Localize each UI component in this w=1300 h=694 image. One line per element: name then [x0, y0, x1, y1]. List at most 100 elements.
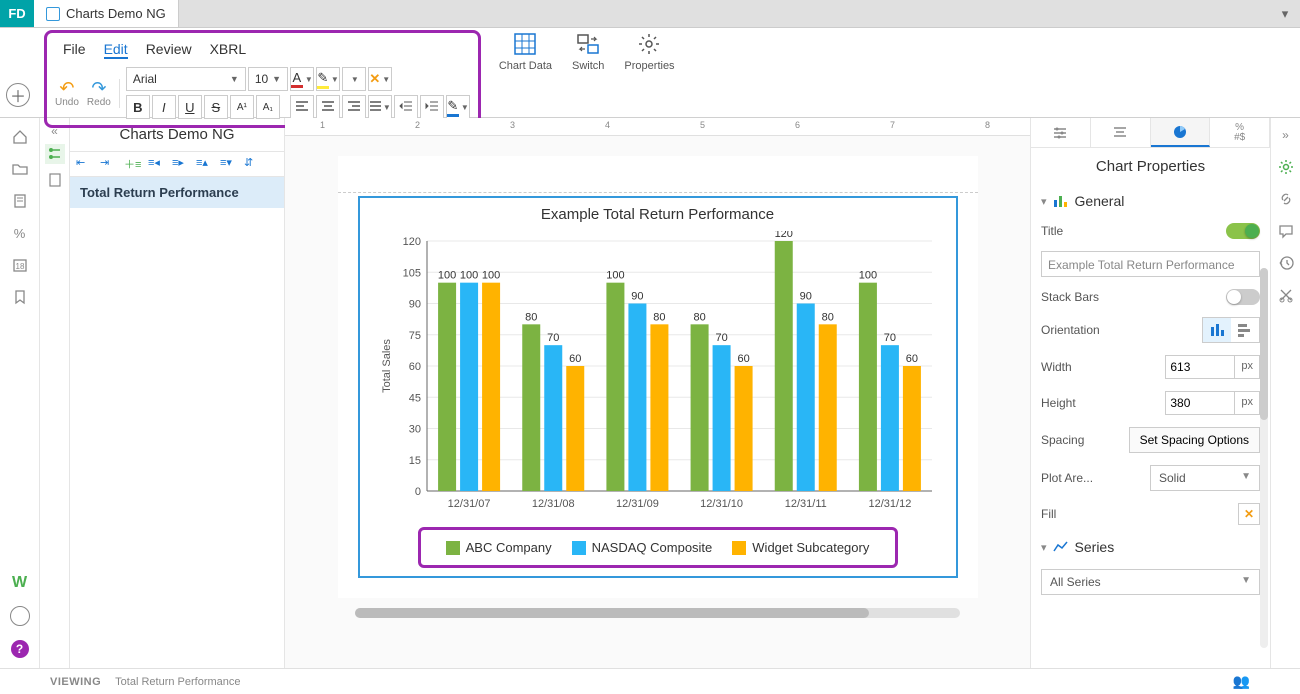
bold-button[interactable]: B — [126, 95, 150, 119]
settings-icon[interactable] — [1277, 158, 1295, 176]
width-input[interactable] — [1165, 355, 1235, 379]
svg-text:12/31/10: 12/31/10 — [700, 498, 743, 510]
outline-down-icon[interactable]: ≡▾ — [220, 156, 238, 172]
percent-icon[interactable]: % — [11, 224, 29, 242]
series-select[interactable]: All Series▼ — [1041, 569, 1260, 595]
svg-text:80: 80 — [693, 311, 705, 323]
document-tab[interactable]: Charts Demo NG — [34, 0, 179, 27]
svg-text:100: 100 — [437, 270, 455, 282]
chart-title: Example Total Return Performance — [372, 206, 944, 223]
font-size-select[interactable]: 10▼ — [248, 67, 288, 91]
workiva-logo[interactable]: W — [12, 574, 27, 592]
expand-right-button[interactable]: » — [1277, 126, 1295, 144]
title-input[interactable]: Example Total Return Performance — [1041, 251, 1260, 277]
bookmark-icon[interactable] — [11, 288, 29, 306]
fill-color-button[interactable]: ▼ — [342, 67, 366, 91]
superscript-button[interactable]: A¹ — [230, 95, 254, 119]
status-doc: Total Return Performance — [115, 676, 240, 688]
section-series[interactable]: ▾Series — [1041, 539, 1260, 555]
font-color-button[interactable]: A▼ — [290, 67, 314, 91]
outline-add-icon[interactable]: ＋≡ — [124, 156, 142, 172]
highlight-color-button[interactable]: ✎▼ — [316, 67, 340, 91]
svg-text:90: 90 — [408, 299, 420, 311]
font-family-select[interactable]: Arial▼ — [126, 67, 246, 91]
italic-button[interactable]: I — [152, 95, 176, 119]
props-tab-align[interactable] — [1091, 118, 1151, 147]
menu-review[interactable]: Review — [146, 41, 192, 59]
svg-text:100: 100 — [858, 270, 876, 282]
plotarea-select[interactable]: Solid▼ — [1150, 465, 1260, 491]
library-icon[interactable] — [11, 192, 29, 210]
svg-text:15: 15 — [408, 455, 420, 467]
history-icon[interactable] — [1277, 254, 1295, 272]
add-button[interactable]: ＋ — [6, 83, 30, 107]
redo-icon: ↷ — [91, 79, 106, 97]
comment-icon[interactable] — [1277, 222, 1295, 240]
svg-text:60: 60 — [737, 353, 749, 365]
align-justify-button[interactable]: ▼ — [368, 95, 392, 119]
chart-data-button[interactable]: Chart Data — [489, 28, 562, 76]
svg-text:90: 90 — [631, 291, 643, 303]
align-center-button[interactable] — [316, 95, 340, 119]
cut-icon[interactable] — [1277, 286, 1295, 304]
indent-inc-button[interactable] — [420, 95, 444, 119]
switch-button[interactable]: Switch — [562, 28, 614, 76]
prop-fill-label: Fill — [1041, 507, 1056, 521]
svg-text:70: 70 — [715, 332, 727, 344]
section-general[interactable]: ▾General — [1041, 193, 1260, 209]
prop-width-label: Width — [1041, 360, 1072, 374]
align-right-button[interactable] — [342, 95, 366, 119]
horizontal-scrollbar[interactable] — [355, 608, 960, 618]
orientation-vertical[interactable] — [1203, 318, 1231, 342]
menu-file[interactable]: File — [63, 41, 86, 59]
align-left-button[interactable] — [290, 95, 314, 119]
legend-item[interactable]: Widget Subcategory — [732, 540, 869, 555]
title-toggle[interactable] — [1226, 223, 1260, 239]
share-icon[interactable]: 👥 — [1233, 673, 1250, 690]
props-scrollbar[interactable] — [1260, 268, 1268, 648]
fill-clear-button[interactable]: ✕ — [1238, 503, 1260, 525]
spacing-button[interactable]: Set Spacing Options — [1129, 427, 1260, 453]
outline-next-icon[interactable]: ≡▸ — [172, 156, 190, 172]
props-tab-layout[interactable] — [1031, 118, 1091, 147]
help-button[interactable]: ? — [11, 640, 29, 658]
underline-button[interactable]: U — [178, 95, 202, 119]
link-icon[interactable] — [1277, 190, 1295, 208]
svg-text:80: 80 — [525, 311, 537, 323]
folder-icon[interactable] — [11, 160, 29, 178]
outline-prev-icon[interactable]: ≡◂ — [148, 156, 166, 172]
tabs-overflow-button[interactable]: ▾ — [1270, 0, 1300, 27]
home-icon[interactable] — [11, 128, 29, 146]
user-avatar[interactable] — [10, 606, 30, 626]
clear-format-button[interactable]: ✕▼ — [368, 67, 392, 91]
strike-button[interactable]: S — [204, 95, 228, 119]
outline-indent-icon[interactable]: ⇥ — [100, 156, 118, 172]
calendar-icon[interactable]: 18 — [11, 256, 29, 274]
props-tab-chart[interactable] — [1151, 118, 1211, 147]
redo-button[interactable]: ↷Redo — [87, 79, 111, 108]
properties-button[interactable]: Properties — [614, 28, 684, 76]
outline-item-total-return[interactable]: Total Return Performance — [70, 177, 284, 208]
svg-text:100: 100 — [459, 270, 477, 282]
chart-object[interactable]: Example Total Return Performance 0153045… — [358, 196, 958, 578]
orientation-horizontal[interactable] — [1231, 318, 1259, 342]
prop-title-label: Title — [1041, 224, 1063, 238]
stack-toggle[interactable] — [1226, 289, 1260, 305]
undo-icon: ↶ — [59, 79, 74, 97]
menu-edit[interactable]: Edit — [104, 41, 128, 59]
outline-tab-doc[interactable] — [45, 170, 65, 190]
outline-collapse-icon[interactable]: ⇵ — [244, 156, 262, 172]
menu-xbrl[interactable]: XBRL — [210, 41, 247, 59]
outline-tab-structure[interactable] — [45, 144, 65, 164]
svg-text:30: 30 — [408, 424, 420, 436]
indent-dec-button[interactable] — [394, 95, 418, 119]
legend-item[interactable]: NASDAQ Composite — [572, 540, 713, 555]
subscript-button[interactable]: A₁ — [256, 95, 280, 119]
outline-up-icon[interactable]: ≡▴ — [196, 156, 214, 172]
undo-button[interactable]: ↶Undo — [55, 79, 79, 108]
paint-format-button[interactable]: ✎▼ — [446, 95, 470, 119]
props-tab-format[interactable]: %#$ — [1210, 118, 1270, 147]
outline-outdent-icon[interactable]: ⇤ — [76, 156, 94, 172]
height-input[interactable] — [1165, 391, 1235, 415]
legend-item[interactable]: ABC Company — [446, 540, 552, 555]
